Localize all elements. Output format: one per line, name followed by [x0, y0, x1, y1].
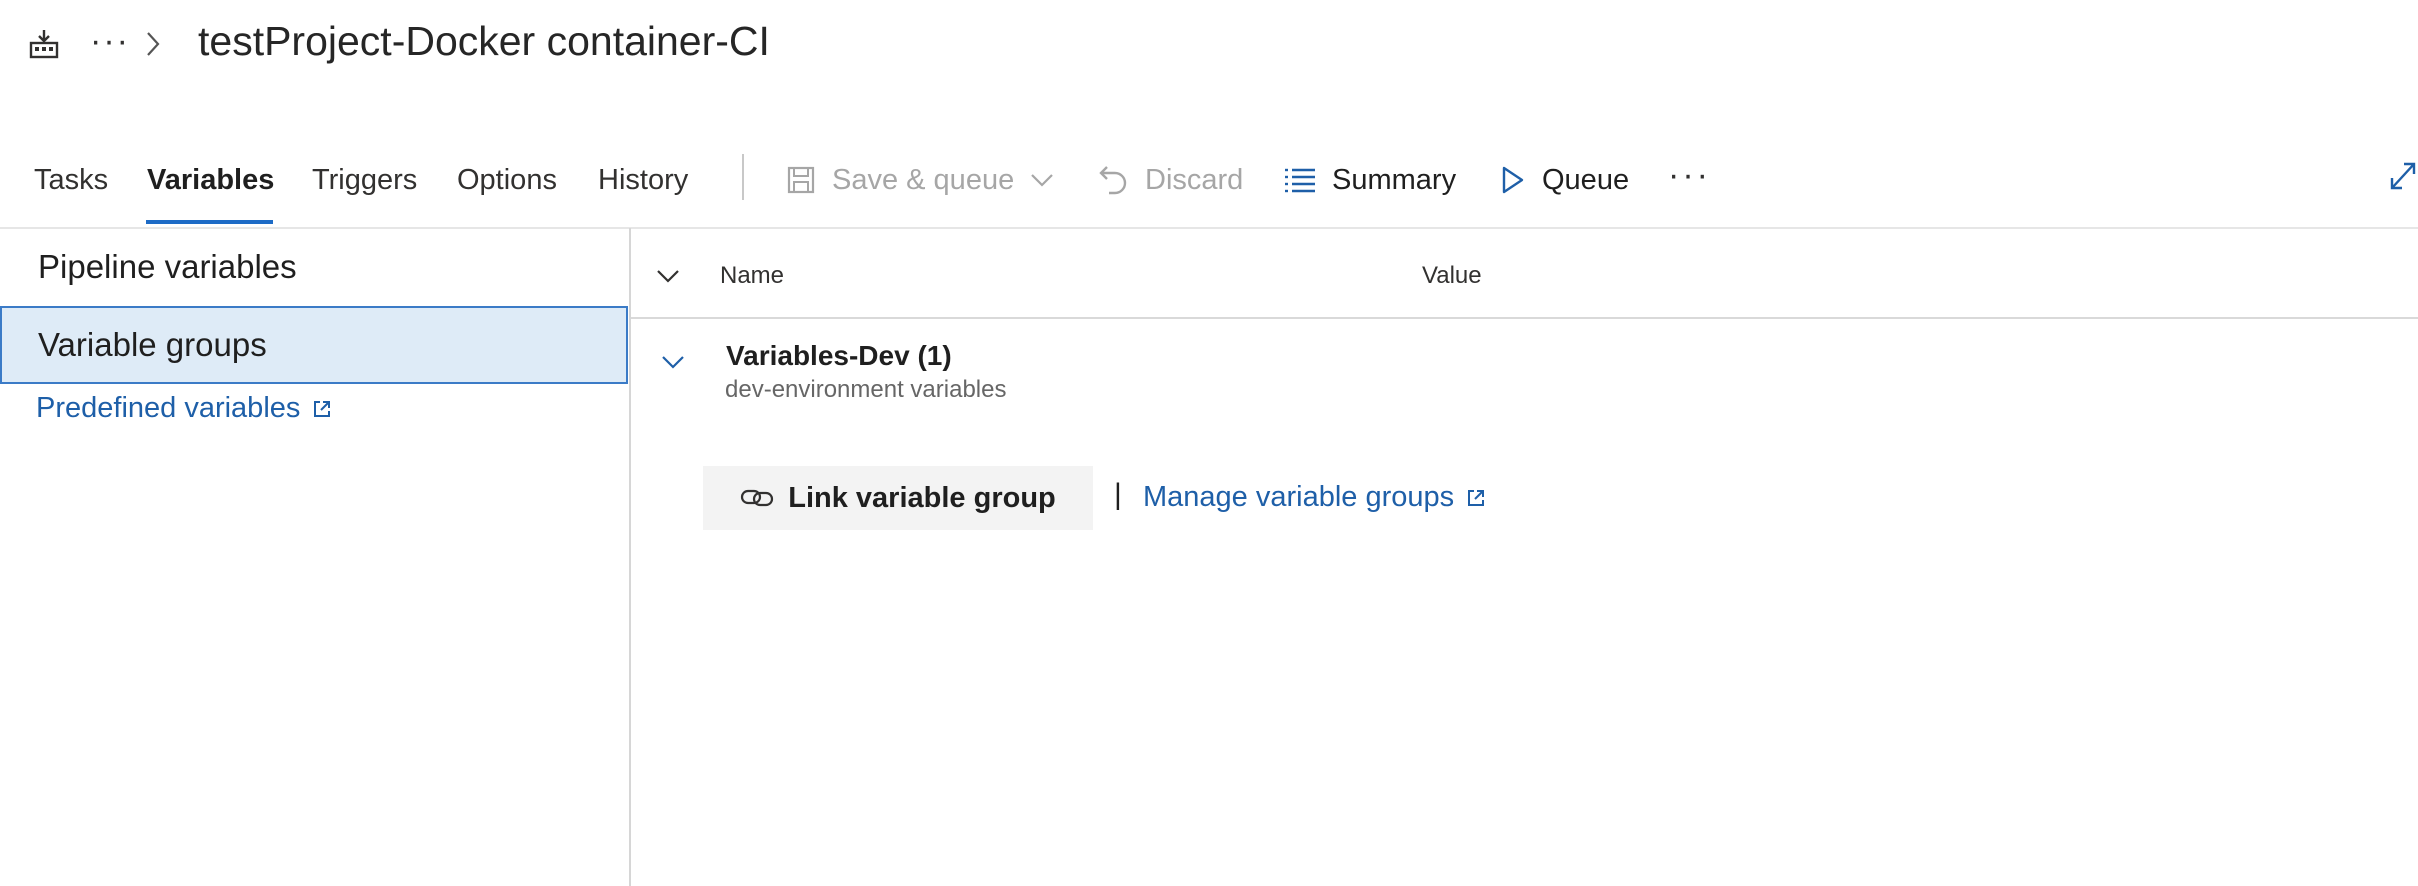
external-link-icon [1468, 489, 1485, 506]
toolbar-divider [742, 154, 744, 200]
tab-variables[interactable]: Variables [147, 150, 274, 224]
sidebar-item-pipeline-variables[interactable]: Pipeline variables [0, 232, 628, 302]
sidebar-item-label: Pipeline variables [38, 248, 297, 285]
queue-label: Queue [1542, 163, 1630, 196]
play-icon [1502, 166, 1524, 194]
external-link-icon [314, 400, 331, 417]
summary-button[interactable]: Summary [1284, 150, 1456, 210]
variable-group-name[interactable]: Variables-Dev (1) [726, 340, 952, 372]
save-and-queue-label: Save & queue [832, 163, 1015, 196]
queue-button[interactable]: Queue [1500, 150, 1629, 210]
group-expand-chevron-icon[interactable] [661, 354, 685, 375]
pane-divider [629, 228, 631, 886]
undo-icon [1099, 166, 1127, 195]
manage-variable-groups-link[interactable]: Manage variable groups [1143, 481, 1486, 514]
variable-group-description: dev-environment variables [725, 376, 1007, 403]
tab-options[interactable]: Options [457, 150, 557, 224]
collapse-all-icon[interactable] [656, 268, 680, 289]
sidebar-item-variable-groups[interactable]: Variable groups [0, 306, 628, 384]
manage-variable-groups-label: Manage variable groups [1143, 481, 1455, 513]
page-title: testProject-Docker container-CI [198, 18, 770, 64]
list-icon [1285, 168, 1315, 193]
link-variable-group-button[interactable]: Link variable group [703, 466, 1093, 530]
breadcrumb-overflow-button[interactable]: ··· [90, 22, 130, 61]
expand-icon[interactable] [2388, 160, 2418, 192]
link-variable-group-label: Link variable group [788, 481, 1056, 514]
predefined-variables-label: Predefined variables [36, 392, 301, 424]
save-icon [787, 166, 815, 194]
active-tab-indicator [146, 220, 273, 224]
column-header-value[interactable]: Value [1422, 262, 1482, 290]
discard-button[interactable]: Discard [1097, 150, 1243, 210]
more-actions-button[interactable]: ··· [1668, 156, 1711, 195]
pipeline-build-icon [28, 28, 60, 60]
grid-header-divider [631, 317, 2418, 319]
tab-triggers[interactable]: Triggers [312, 150, 417, 224]
save-and-queue-button[interactable]: Save & queue [786, 150, 1054, 210]
sidebar-item-label: Variable groups [38, 326, 267, 363]
summary-label: Summary [1332, 163, 1457, 196]
discard-label: Discard [1145, 163, 1244, 196]
tab-tasks[interactable]: Tasks [34, 150, 108, 224]
predefined-variables-link[interactable]: Predefined variables [36, 392, 332, 425]
link-icon [741, 489, 774, 507]
action-separator: | [1114, 478, 1122, 511]
column-header-name[interactable]: Name [720, 262, 784, 290]
tab-history[interactable]: History [598, 150, 688, 224]
header-divider [0, 227, 2418, 229]
breadcrumb-chevron-icon [144, 30, 162, 58]
chevron-down-icon [1031, 174, 1053, 187]
